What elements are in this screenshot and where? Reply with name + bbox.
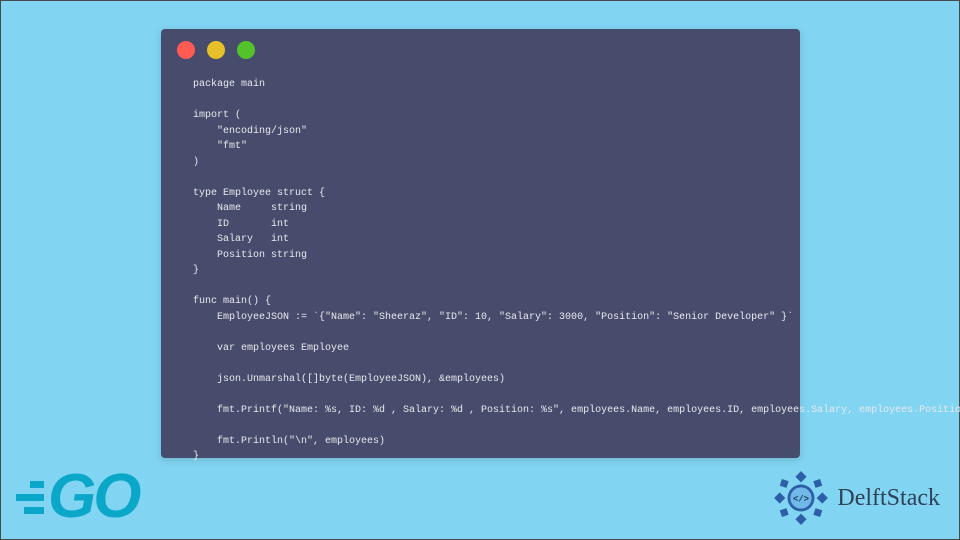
maximize-icon xyxy=(237,41,255,59)
window-titlebar xyxy=(161,29,800,71)
delftstack-brand: </> DelftStack xyxy=(773,470,940,526)
delftstack-label: DelftStack xyxy=(837,485,940,512)
code-content: package main import ( "encoding/json" "f… xyxy=(161,71,800,481)
close-icon xyxy=(177,41,195,59)
svg-text:</>: </> xyxy=(793,494,809,504)
delftstack-badge-icon: </> xyxy=(773,470,829,526)
go-logo: GO xyxy=(8,466,138,528)
minimize-icon xyxy=(207,41,225,59)
go-speed-lines-icon xyxy=(8,481,44,514)
code-window: package main import ( "encoding/json" "f… xyxy=(161,29,800,458)
go-logo-text: GO xyxy=(48,466,138,528)
